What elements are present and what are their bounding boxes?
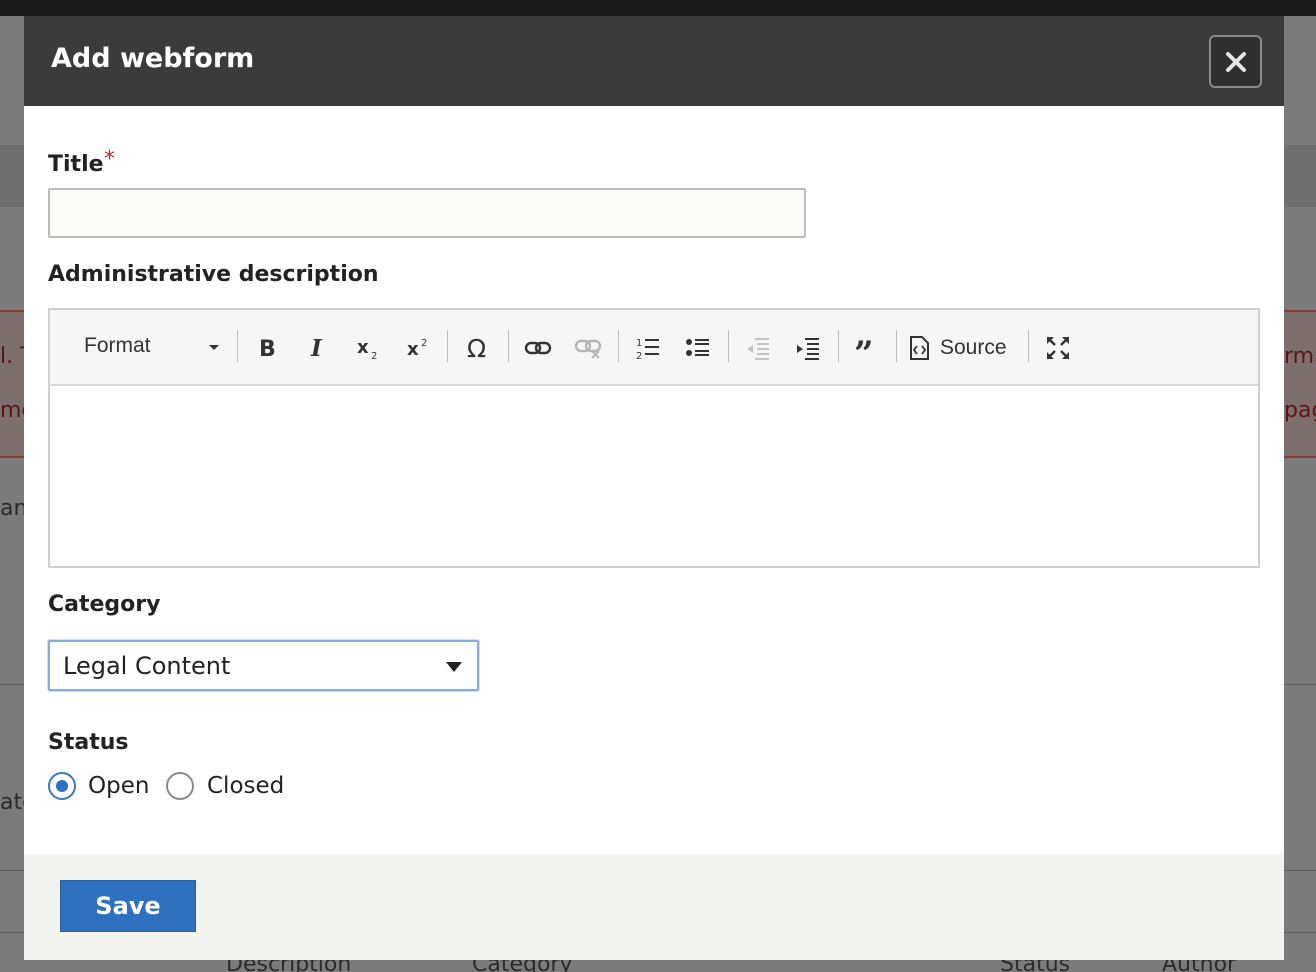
italic-button[interactable]: I xyxy=(300,328,334,368)
italic-icon: I xyxy=(310,335,323,361)
numbered-list-icon: 1 2 xyxy=(636,338,659,361)
status-closed-radio[interactable] xyxy=(166,772,194,800)
background-fragment: pag xyxy=(1284,398,1316,423)
unlink-icon xyxy=(574,339,602,359)
dialog-footer: Save xyxy=(24,854,1284,960)
close-icon xyxy=(1225,51,1246,72)
category-selected-value: Legal Content xyxy=(63,652,231,680)
source-icon xyxy=(910,336,929,360)
required-marker: * xyxy=(104,147,115,172)
add-webform-dialog: Add webform Title * Administrative descr… xyxy=(24,16,1284,960)
close-button[interactable] xyxy=(1209,35,1262,88)
category-select[interactable]: Legal Content xyxy=(48,640,479,691)
subscript-button[interactable]: x 2 xyxy=(352,328,386,368)
background-fragment: rma xyxy=(1284,344,1316,369)
special-character-button[interactable]: Ω xyxy=(462,328,498,368)
editor-content-area[interactable] xyxy=(50,386,1258,566)
unlink-button[interactable] xyxy=(570,328,606,368)
description-editor: Format B I x 2 x 2 Ω 1 2 ” Source xyxy=(48,308,1260,568)
chevron-down-icon xyxy=(209,345,219,350)
status-closed-label[interactable]: Closed xyxy=(207,773,284,799)
bold-button[interactable]: B xyxy=(250,328,284,368)
svg-text:I: I xyxy=(310,335,323,361)
svg-text:2: 2 xyxy=(636,351,642,361)
indent-button[interactable] xyxy=(790,328,826,368)
svg-text:x: x xyxy=(357,337,369,358)
maximize-icon xyxy=(1047,337,1069,359)
svg-text:”: ” xyxy=(854,335,874,361)
source-button[interactable]: Source xyxy=(908,328,1018,368)
svg-text:2: 2 xyxy=(371,351,377,361)
outdent-button[interactable] xyxy=(740,328,776,368)
link-icon xyxy=(524,341,552,355)
status-label: Status xyxy=(48,730,129,755)
title-label: Title xyxy=(48,152,104,177)
description-label: Administrative description xyxy=(48,262,379,287)
special-character-icon: Ω xyxy=(467,334,486,362)
svg-text:Ω: Ω xyxy=(467,334,486,362)
dropdown-arrow-icon xyxy=(446,662,462,672)
subscript-icon: x 2 xyxy=(357,337,377,361)
bulleted-list-button[interactable] xyxy=(680,328,716,368)
link-button[interactable] xyxy=(520,328,556,368)
source-label: Source xyxy=(940,336,1007,359)
category-label: Category xyxy=(48,592,161,617)
blockquote-button[interactable]: ” xyxy=(850,328,886,368)
superscript-button[interactable]: x 2 xyxy=(402,328,436,368)
dialog-titlebar: Add webform xyxy=(24,16,1284,106)
svg-text:x: x xyxy=(407,339,419,360)
svg-text:B: B xyxy=(259,337,276,361)
bold-icon: B xyxy=(259,337,276,361)
save-button[interactable]: Save xyxy=(60,880,196,932)
svg-text:2: 2 xyxy=(421,338,427,349)
status-open-radio[interactable] xyxy=(48,772,76,800)
status-open-label[interactable]: Open xyxy=(88,773,149,799)
svg-text:1: 1 xyxy=(636,338,642,349)
blockquote-icon: ” xyxy=(854,335,874,361)
format-label: Format xyxy=(84,334,151,357)
indent-icon xyxy=(797,338,819,360)
outdent-icon xyxy=(747,338,769,360)
numbered-list-button[interactable]: 1 2 xyxy=(630,328,666,368)
bulleted-list-icon xyxy=(686,339,709,356)
maximize-button[interactable] xyxy=(1040,328,1076,368)
superscript-icon: x 2 xyxy=(407,338,427,360)
dialog-title: Add webform xyxy=(51,43,255,74)
editor-toolbar: Format B I x 2 x 2 Ω 1 2 ” Source xyxy=(50,310,1258,386)
title-input[interactable] xyxy=(48,188,806,238)
